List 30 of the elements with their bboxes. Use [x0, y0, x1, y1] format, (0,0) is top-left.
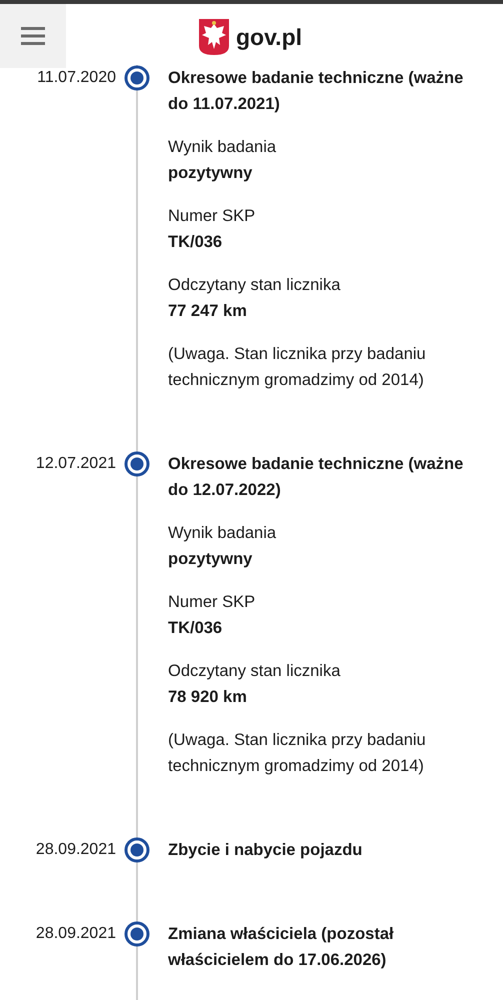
event-date: 28.09.2021 [34, 840, 116, 860]
timeline-marker-icon [124, 65, 150, 91]
event-note: (Uwaga. Stan licznika przy badaniu technicznym gromadzimy od 2014) [168, 344, 427, 391]
event-date: 11.07.2020 [36, 68, 116, 88]
field-label: Odczytany stan licznika [168, 275, 342, 296]
timeline-marker-icon [124, 451, 150, 477]
eagle-emblem-icon [198, 18, 230, 56]
timeline-marker-icon [124, 921, 150, 947]
timeline-marker-icon [124, 837, 150, 863]
menu-button[interactable] [0, 4, 66, 68]
field-label: Numer SKP [168, 206, 256, 227]
field-label: Wynik badania [168, 137, 278, 158]
field-value: TK/036 [168, 618, 224, 639]
event-note: (Uwaga. Stan licznika przy badaniu technicznym gromadzimy od 2014) [168, 730, 427, 777]
field-value: 78 920 km [168, 687, 248, 708]
field-label: Numer SKP [168, 592, 256, 613]
field-label: Odczytany stan licznika [168, 661, 342, 682]
event-date: 12.07.2021 [34, 454, 116, 474]
field-label: Wynik badania [168, 523, 278, 544]
field-value: pozytywny [168, 163, 254, 184]
menu-icon [21, 26, 45, 46]
field-value: TK/036 [168, 232, 224, 253]
field-value: pozytywny [168, 549, 254, 570]
event-title: Zbycie i nabycie pojazdu [168, 840, 364, 861]
event-date: 28.09.2021 [34, 924, 116, 944]
event-title: Okresowe badanie techniczne (ważne do 12.07.2022) [168, 454, 464, 501]
site-logo-link[interactable]: gov.pl [236, 24, 302, 50]
event-title: Okresowe badanie techniczne (ważne do 11.07.2021) [168, 68, 464, 115]
field-value: 77 247 km [168, 301, 248, 322]
event-title: Zmiana właściciela (pozostał właścicielem do 17.06.2026) [168, 924, 395, 971]
